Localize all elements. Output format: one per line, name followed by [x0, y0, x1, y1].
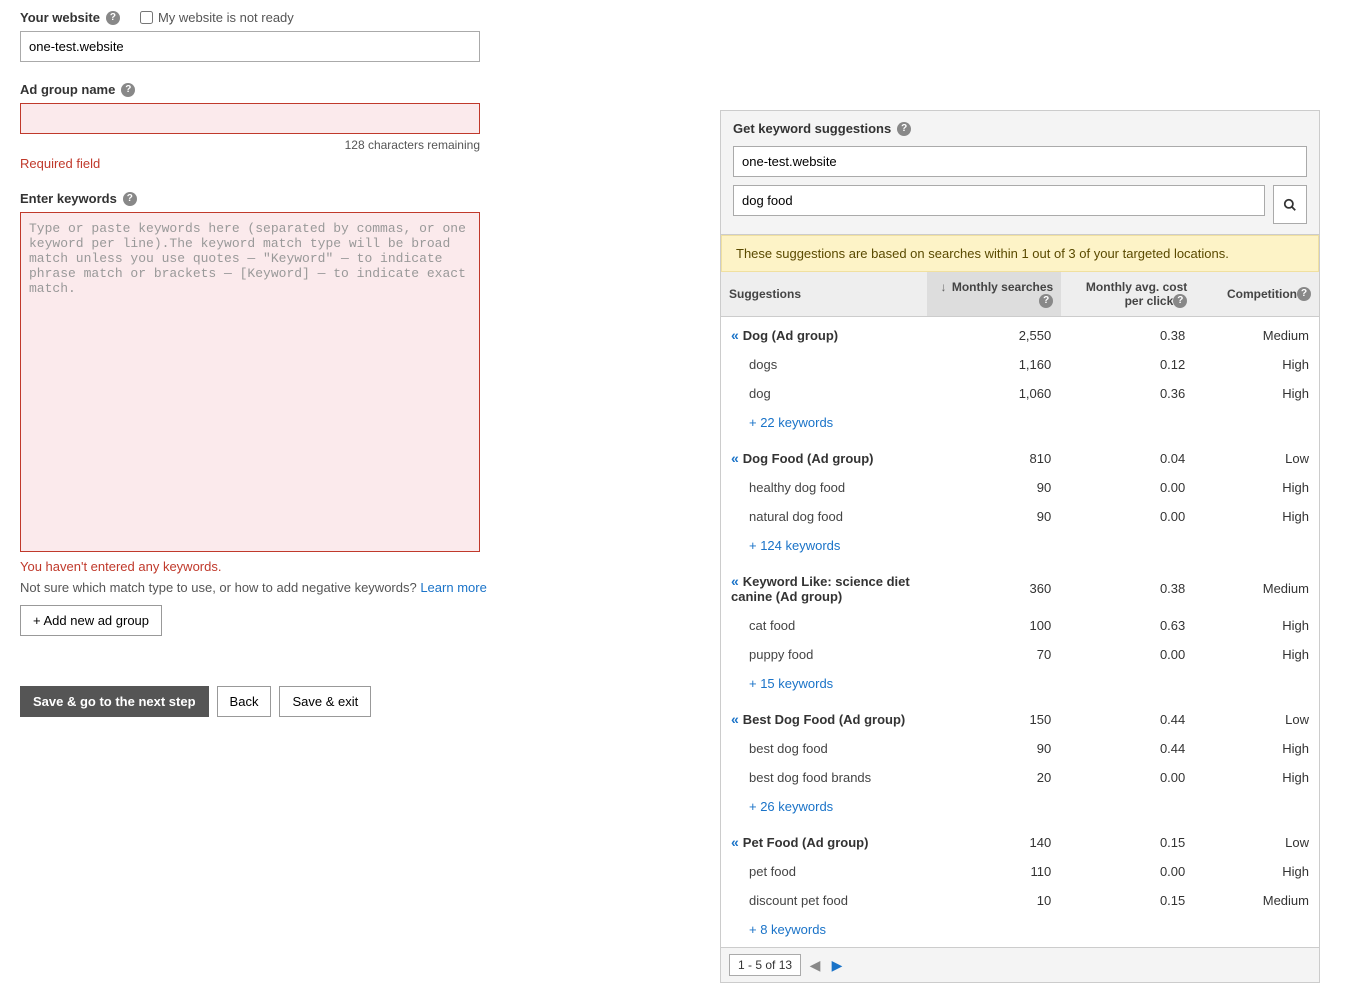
adgroup-error: Required field	[20, 156, 500, 171]
suggestion-group-row: «Dog Food (Ad group)8100.04Low	[721, 440, 1319, 473]
suggestion-group-row: «Keyword Like: science diet canine (Ad g…	[721, 563, 1319, 611]
chevron-left-icon[interactable]: «	[731, 327, 739, 343]
keyword-row[interactable]: best dog food brands200.00High	[721, 763, 1319, 792]
keyword-row[interactable]: discount pet food100.15Medium	[721, 886, 1319, 915]
help-icon[interactable]: ?	[1173, 294, 1187, 308]
keyword-row[interactable]: healthy dog food900.00High	[721, 473, 1319, 502]
keyword-row[interactable]: puppy food700.00High	[721, 640, 1319, 669]
suggestions-search-input[interactable]	[733, 185, 1265, 216]
website-not-ready-label: My website is not ready	[158, 10, 294, 25]
more-keywords-link[interactable]: + 8 keywords	[721, 915, 1319, 947]
more-keywords-link[interactable]: + 26 keywords	[721, 792, 1319, 824]
help-icon[interactable]: ?	[897, 122, 911, 136]
keywords-textarea[interactable]	[20, 212, 480, 552]
suggestion-group-row: «Pet Food (Ad group)1400.15Low	[721, 824, 1319, 857]
panel-title: Get keyword suggestions	[733, 121, 891, 136]
col-suggestions[interactable]: Suggestions	[721, 272, 927, 317]
keyword-row[interactable]: dogs1,1600.12High	[721, 350, 1319, 379]
keyword-row[interactable]: cat food1000.63High	[721, 611, 1319, 640]
search-icon	[1283, 198, 1297, 212]
website-input[interactable]	[20, 31, 480, 62]
help-icon[interactable]: ?	[121, 83, 135, 97]
keyword-row[interactable]: dog1,0600.36High	[721, 379, 1319, 408]
more-keywords-link[interactable]: + 22 keywords	[721, 408, 1319, 440]
chevron-left-icon[interactable]: «	[731, 834, 739, 850]
help-icon[interactable]: ?	[1297, 287, 1311, 301]
save-next-button[interactable]: Save & go to the next step	[20, 686, 209, 717]
chars-remaining: 128 characters remaining	[20, 138, 480, 152]
col-cpc[interactable]: Monthly avg. cost per click ?	[1061, 272, 1195, 317]
back-button[interactable]: Back	[217, 686, 272, 717]
add-adgroup-button[interactable]: + Add new ad group	[20, 605, 162, 636]
sort-down-icon: ↓	[941, 280, 947, 294]
adgroup-input[interactable]	[20, 103, 480, 134]
chevron-left-icon[interactable]: «	[731, 711, 739, 727]
adgroup-label: Ad group name	[20, 82, 115, 97]
location-notice: These suggestions are based on searches …	[721, 235, 1319, 272]
match-hint: Not sure which match type to use, or how…	[20, 580, 420, 595]
suggestion-group-row: «Best Dog Food (Ad group)1500.44Low	[721, 701, 1319, 734]
col-monthly-searches[interactable]: ↓ Monthly searches ?	[927, 272, 1061, 317]
chevron-left-icon[interactable]: «	[731, 450, 739, 466]
more-keywords-link[interactable]: + 124 keywords	[721, 531, 1319, 563]
website-not-ready-checkbox[interactable]	[140, 11, 153, 24]
col-competition[interactable]: Competition ?	[1195, 272, 1319, 317]
pager-range: 1 - 5 of 13	[729, 954, 801, 976]
keyword-row[interactable]: natural dog food900.00High	[721, 502, 1319, 531]
pager-next-button[interactable]: ▶	[829, 957, 845, 973]
keyword-row[interactable]: best dog food900.44High	[721, 734, 1319, 763]
keywords-error: You haven't entered any keywords.	[20, 559, 500, 574]
keywords-label: Enter keywords	[20, 191, 117, 206]
help-icon[interactable]: ?	[1039, 294, 1053, 308]
pager-prev-button[interactable]: ◀	[807, 957, 823, 973]
search-button[interactable]	[1273, 185, 1307, 224]
suggestion-group-row: «Dog (Ad group)2,5500.38Medium	[721, 317, 1319, 351]
learn-more-link[interactable]: Learn more	[420, 580, 486, 595]
help-icon[interactable]: ?	[106, 11, 120, 25]
website-label: Your website	[20, 10, 100, 25]
suggestions-site-input[interactable]	[733, 146, 1307, 177]
more-keywords-link[interactable]: + 15 keywords	[721, 669, 1319, 701]
save-exit-button[interactable]: Save & exit	[279, 686, 371, 717]
chevron-left-icon[interactable]: «	[731, 573, 739, 589]
help-icon[interactable]: ?	[123, 192, 137, 206]
